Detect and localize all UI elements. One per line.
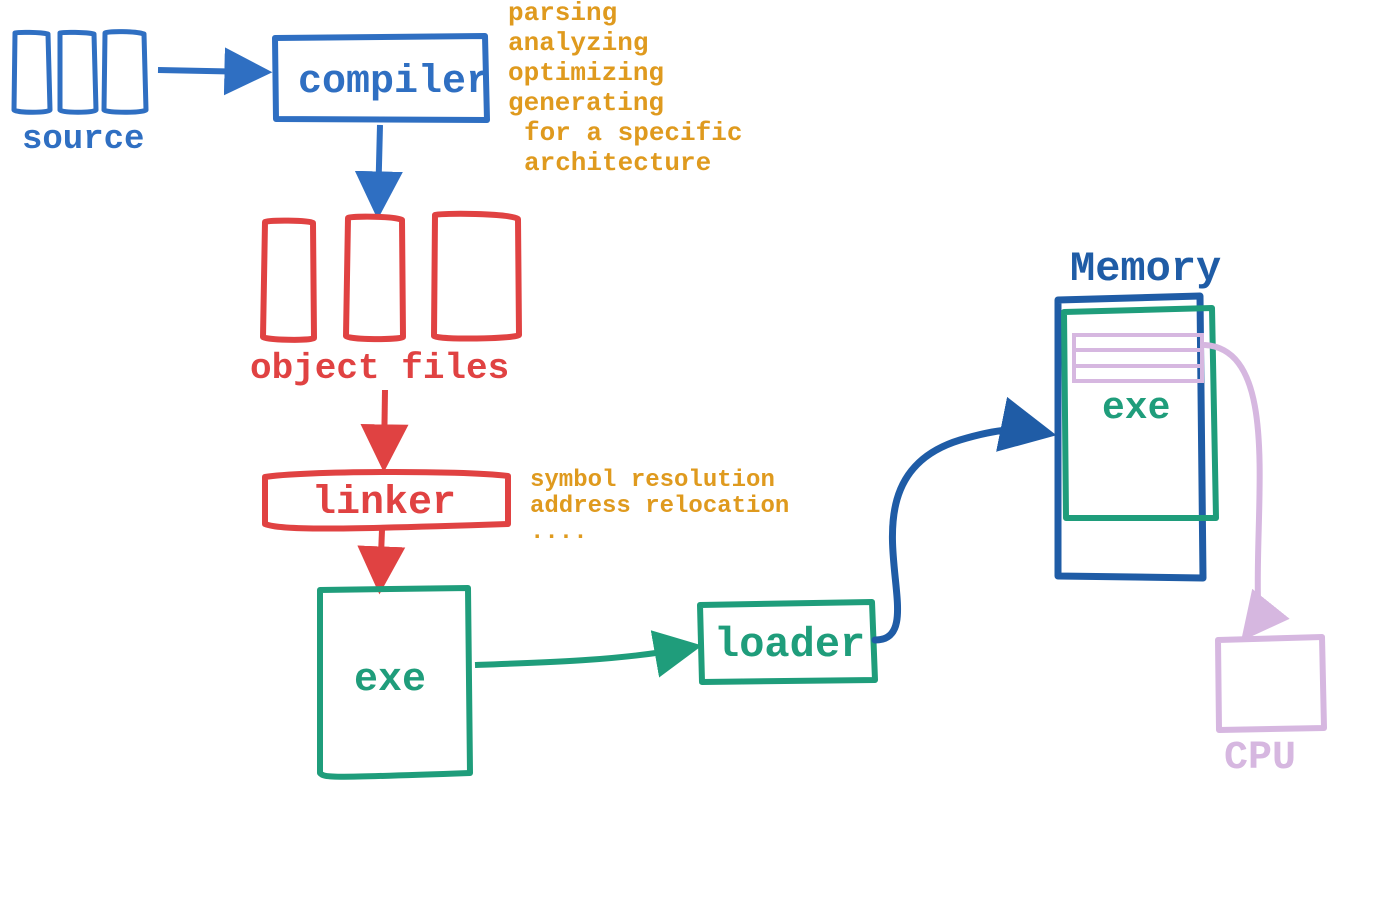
cpu-box: CPU — [1218, 637, 1324, 781]
arrow-compiler-to-objects — [378, 125, 380, 205]
source-files-icon — [14, 32, 146, 113]
arrow-source-to-compiler — [158, 70, 258, 72]
object-files-label: object files — [250, 348, 509, 389]
compiler-note-5: for a specific — [524, 118, 742, 148]
compiler-label: compiler — [298, 60, 490, 105]
linker-label: linker — [312, 481, 456, 526]
arrow-loader-to-memory — [875, 430, 1040, 640]
loader-box: loader — [700, 602, 875, 682]
object-files-icon — [263, 214, 519, 340]
exe-label: exe — [354, 658, 426, 703]
compiler-note-4: generating — [508, 88, 664, 118]
compiler-note-1: parsing — [508, 0, 617, 28]
cpu-label: CPU — [1224, 736, 1296, 781]
memory-box: exe — [1058, 296, 1216, 578]
linker-notes: symbol resolution address relocation ...… — [530, 467, 789, 546]
arrow-linker-to-exe — [380, 530, 382, 580]
compiler-note-3: optimizing — [508, 58, 664, 88]
compiler-box: compiler — [275, 36, 490, 120]
linker-note-3: .... — [530, 519, 588, 546]
exe-box: exe — [320, 588, 470, 777]
loader-label: loader — [714, 621, 865, 669]
compiler-notes: parsing analyzing optimizing generating … — [508, 0, 742, 178]
memory-exe-label: exe — [1102, 387, 1170, 430]
arrow-objects-to-linker — [384, 390, 385, 458]
source-label: source — [22, 121, 144, 159]
linker-note-1: symbol resolution — [530, 467, 775, 494]
memory-instructions-icon — [1074, 335, 1202, 381]
compiler-note-6: architecture — [524, 148, 711, 178]
linker-box: linker — [265, 472, 508, 529]
arrow-exe-to-loader — [475, 648, 688, 665]
memory-label: Memory — [1070, 245, 1221, 293]
linker-note-2: address relocation — [530, 493, 789, 520]
compiler-note-2: analyzing — [508, 28, 648, 58]
